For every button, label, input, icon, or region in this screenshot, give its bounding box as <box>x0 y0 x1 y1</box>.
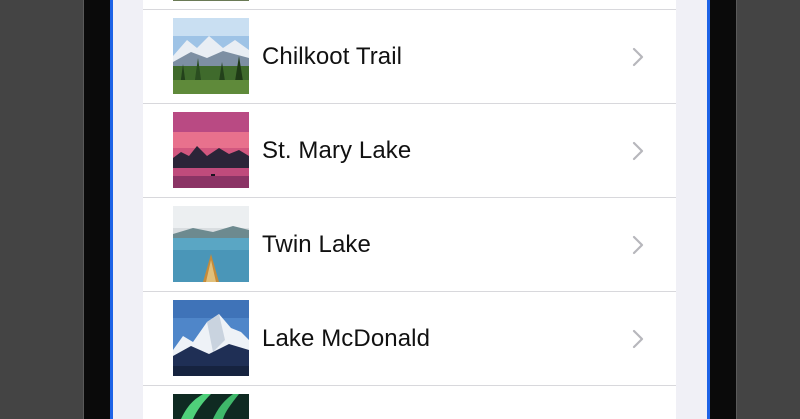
landmark-thumbnail-partial <box>173 0 249 1</box>
landmark-name: Twin Lake <box>262 231 371 258</box>
landmark-thumbnail <box>173 300 249 376</box>
landmark-thumbnail-partial <box>173 394 249 419</box>
chevron-right-icon <box>631 235 645 255</box>
chevron-right-icon <box>631 329 645 349</box>
landmark-list[interactable]: Chilkoot Trail St. Mary Lake Twin Lake L… <box>143 0 676 419</box>
chevron-right-icon <box>631 141 645 161</box>
landmark-thumbnail <box>173 112 249 188</box>
device-bezel-right <box>709 0 737 419</box>
landmark-thumbnail <box>173 18 249 94</box>
landmark-name: St. Mary Lake <box>262 137 412 164</box>
list-item[interactable]: Chilkoot Trail <box>143 10 676 104</box>
list-item[interactable]: Lake McDonald <box>143 292 676 386</box>
chevron-right-icon <box>631 47 645 67</box>
landmark-thumbnail <box>173 206 249 282</box>
landmark-name: Chilkoot Trail <box>262 43 403 70</box>
device-bezel-left <box>83 0 111 419</box>
list-item[interactable]: Twin Lake <box>143 198 676 292</box>
list-item[interactable]: St. Mary Lake <box>143 104 676 198</box>
landmark-name: Lake McDonald <box>262 325 431 352</box>
row-separator <box>143 385 676 386</box>
